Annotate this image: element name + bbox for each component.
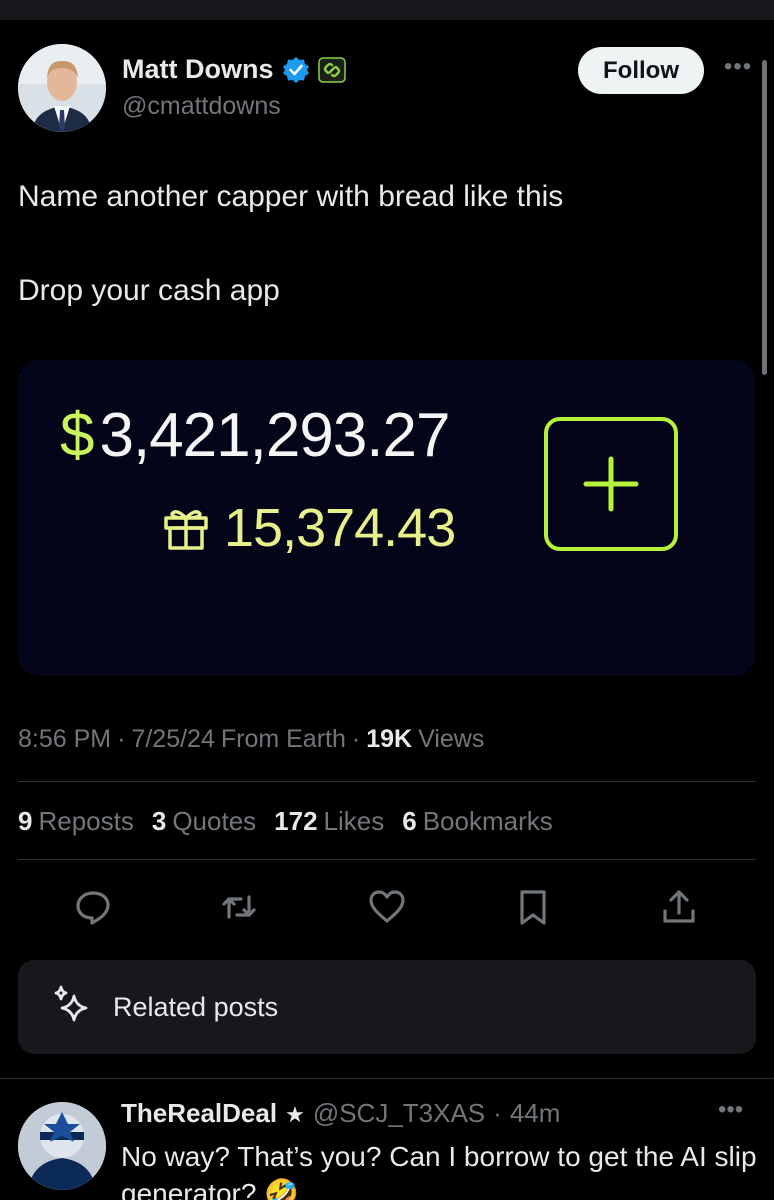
follow-button[interactable]: Follow	[578, 47, 704, 94]
reply-avatar[interactable]	[18, 1102, 106, 1190]
tweet-time[interactable]: 8:56 PM	[18, 725, 111, 754]
stat-number: 172	[274, 806, 318, 836]
views-label: Views	[418, 725, 485, 753]
stat-number: 6	[402, 806, 417, 836]
tweet-meta: 8:56 PM · 7/25/24 From Earth · 19K Views	[18, 725, 484, 754]
tweet-header: Matt Downs @cmattdowns Follow •••	[18, 44, 758, 134]
star-icon: ★	[285, 1102, 305, 1127]
related-posts-label: Related posts	[113, 992, 279, 1022]
stat-quotes[interactable]: 3 Quotes	[152, 806, 256, 837]
divider	[0, 1078, 774, 1079]
name-row: Matt Downs	[122, 54, 346, 85]
bookmark-icon[interactable]	[508, 882, 558, 932]
share-icon[interactable]	[654, 882, 704, 932]
divider	[18, 781, 756, 782]
views-count[interactable]: 19K	[366, 725, 412, 754]
tweet-text-line-2: Drop your cash app	[18, 274, 280, 307]
related-posts-button[interactable]: Related posts	[18, 960, 756, 1054]
stat-label: Likes	[323, 806, 385, 836]
meta-separator: ·	[117, 725, 126, 753]
currency-symbol: $	[60, 401, 94, 470]
stat-bookmarks[interactable]: 6 Bookmarks	[402, 806, 553, 837]
stat-label: Quotes	[172, 806, 257, 836]
divider	[18, 859, 756, 860]
tweet-text-line-1: Name another capper with bread like this	[18, 180, 564, 213]
tweet-source: From Earth	[220, 725, 346, 753]
verified-badge-icon	[282, 56, 310, 84]
reply-author-name[interactable]: TheRealDeal	[121, 1098, 277, 1129]
avatar[interactable]	[18, 44, 106, 132]
reply-more-icon[interactable]: •••	[718, 1096, 743, 1124]
gift-balance-amount: 15,374.43	[224, 498, 456, 558]
engagement-stats: 9 Reposts 3 Quotes 172 Likes 6 Bookmarks	[18, 806, 553, 837]
reply-author-handle[interactable]: @SCJ_T3XAS	[313, 1098, 485, 1129]
reply-text: No way? That’s you? Can I borrow to get …	[121, 1141, 757, 1200]
author-name[interactable]: Matt Downs	[122, 54, 274, 85]
meta-separator: ·	[351, 725, 361, 753]
gift-balance-row: 15,374.43	[162, 497, 456, 559]
author-handle[interactable]: @cmattdowns	[122, 92, 281, 121]
reply-post[interactable]: TheRealDeal ★ @SCJ_T3XAS · 44m ••• No wa…	[0, 1080, 774, 1200]
stat-reposts[interactable]: 9 Reposts	[18, 806, 134, 837]
cash-balance: $3,421,293.27	[60, 400, 451, 471]
more-options-icon[interactable]: •••	[718, 52, 758, 82]
top-bar	[0, 0, 774, 20]
add-money-icon	[544, 417, 678, 551]
link-badge-icon	[317, 56, 346, 84]
cash-balance-amount: 3,421,293.27	[99, 401, 450, 470]
stat-number: 3	[151, 806, 167, 836]
stat-number: 9	[18, 806, 33, 836]
gift-icon	[162, 504, 210, 552]
sparkle-icon	[52, 984, 98, 1030]
reply-time[interactable]: 44m	[510, 1098, 561, 1129]
stat-label: Bookmarks	[422, 806, 553, 836]
stat-likes[interactable]: 172 Likes	[274, 806, 384, 837]
reply-icon[interactable]	[68, 882, 118, 932]
tweet-date[interactable]: 7/25/24	[131, 725, 214, 754]
repost-icon[interactable]	[214, 882, 264, 932]
scrollbar[interactable]	[762, 60, 767, 375]
stat-label: Reposts	[38, 806, 134, 836]
like-icon[interactable]	[362, 882, 412, 932]
action-bar	[60, 882, 720, 932]
reply-header: TheRealDeal ★ @SCJ_T3XAS · 44m	[121, 1098, 560, 1129]
reply-separator: ·	[493, 1098, 502, 1128]
tweet-media-image[interactable]: $3,421,293.27 15,374.43	[18, 360, 755, 676]
